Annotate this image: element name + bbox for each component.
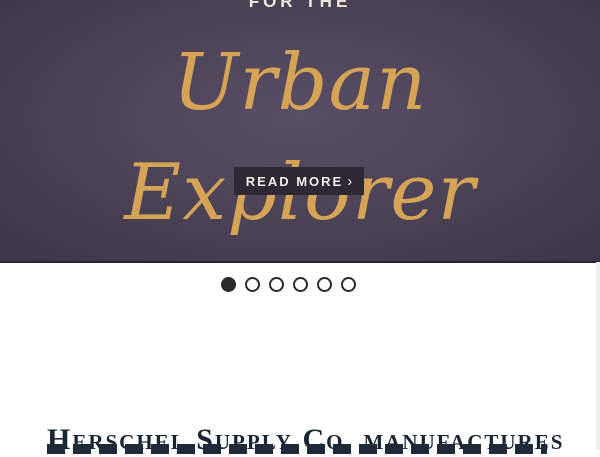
hero-title: Urban Explorer <box>124 38 475 238</box>
page-right-border <box>596 262 600 450</box>
carousel-dot-1[interactable] <box>221 277 236 292</box>
read-more-label: READ MORE <box>245 173 344 189</box>
carousel-dot-2[interactable] <box>245 277 260 292</box>
hero-eyebrow: FOR THE <box>248 0 352 11</box>
hero-bottom-edge <box>0 261 600 263</box>
chevron-right-icon: › <box>347 172 353 190</box>
carousel-dot-4[interactable] <box>293 277 308 292</box>
hero-banner: FOR THE Urban Explorer READ MORE › <box>0 0 600 262</box>
carousel-dot-5[interactable] <box>317 277 332 292</box>
carousel-dot-3[interactable] <box>269 277 284 292</box>
carousel-dot-6[interactable] <box>341 277 356 292</box>
read-more-button[interactable]: READ MORE › <box>234 167 364 195</box>
intro-text-cutoff <box>47 444 547 454</box>
carousel-pagination <box>221 277 356 292</box>
